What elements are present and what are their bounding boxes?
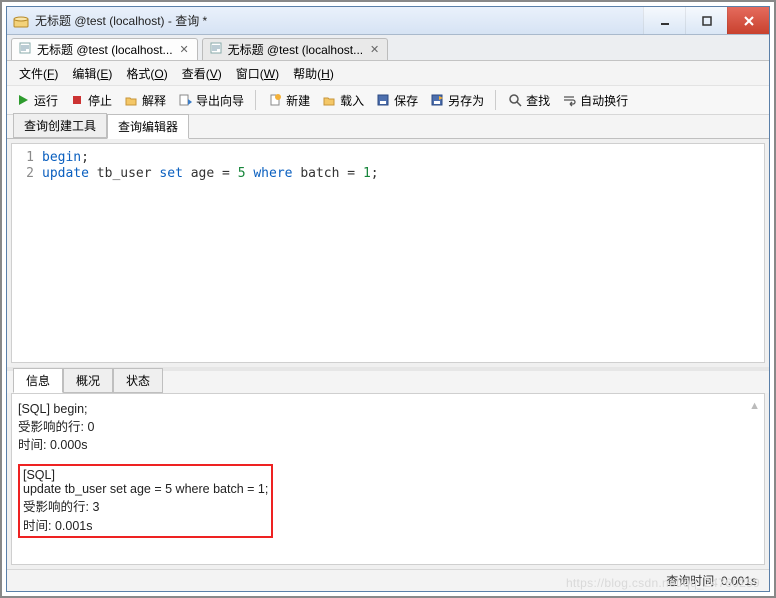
minimize-button[interactable] (643, 7, 685, 34)
output-panel: ▲ [SQL] begin; 受影响的行: 0 时间: 0.000s [SQL]… (11, 393, 765, 565)
floppy-as-icon (429, 92, 445, 108)
query-time-label: 查询时间: 0.001s (666, 572, 757, 589)
folder-icon (123, 92, 139, 108)
wrap-icon (561, 92, 577, 108)
document-tab-label: 无标题 @test (localhost... (228, 41, 364, 58)
editor-tabs: 查询创建工具 查询编辑器 (7, 115, 769, 139)
menu-format[interactable]: 格式(O) (120, 63, 173, 84)
menu-window[interactable]: 窗口(W) (230, 63, 285, 84)
stop-icon (69, 92, 85, 108)
output-tabs: 信息 概况 状态 (7, 371, 769, 393)
export-icon (177, 92, 193, 108)
run-button[interactable]: 运行 (11, 90, 62, 111)
new-file-icon (267, 92, 283, 108)
tab-info[interactable]: 信息 (13, 368, 63, 393)
separator (495, 90, 496, 110)
query-icon (209, 41, 223, 58)
save-as-button[interactable]: 另存为 (425, 90, 488, 111)
output-block-1: [SQL] begin; 受影响的行: 0 时间: 0.000s (18, 400, 744, 454)
find-button[interactable]: 查找 (503, 90, 554, 111)
menu-edit[interactable]: 编辑(E) (66, 63, 118, 84)
toolbar: 运行 停止 解释 导出向导 新建 载入 保存 另存为 查找 自动换行 (7, 85, 769, 115)
close-tab-icon[interactable]: ✕ (368, 43, 381, 56)
tab-status[interactable]: 状态 (113, 368, 163, 393)
save-button[interactable]: 保存 (371, 90, 422, 111)
document-tab-1[interactable]: 无标题 @test (localhost... ✕ (11, 38, 198, 60)
tab-profile[interactable]: 概况 (63, 368, 113, 393)
app-icon (13, 13, 29, 29)
window-title: 无标题 @test (localhost) - 查询 * (35, 12, 643, 29)
statusbar: 查询时间: 0.001s (7, 569, 769, 591)
load-button[interactable]: 载入 (317, 90, 368, 111)
search-icon (507, 92, 523, 108)
tab-query-builder[interactable]: 查询创建工具 (13, 113, 107, 138)
document-tab-2[interactable]: 无标题 @test (localhost... ✕ (202, 38, 389, 60)
menu-help[interactable]: 帮助(H) (287, 63, 340, 84)
output-block-highlighted: [SQL] update tb_user set age = 5 where b… (18, 464, 273, 538)
explain-button[interactable]: 解释 (119, 90, 170, 111)
titlebar: 无标题 @test (localhost) - 查询 * (7, 7, 769, 35)
document-tab-label: 无标题 @test (localhost... (37, 41, 173, 58)
floppy-icon (375, 92, 391, 108)
app-window: 无标题 @test (localhost) - 查询 * 无标题 @test (… (6, 6, 770, 592)
export-wizard-button[interactable]: 导出向导 (173, 90, 248, 111)
code-editor[interactable]: 1 2 begin;update tb_user set age = 5 whe… (11, 143, 765, 363)
scroll-up-icon[interactable]: ▲ (749, 400, 760, 412)
menu-file[interactable]: 文件(F) (13, 63, 64, 84)
document-tabs: 无标题 @test (localhost... ✕ 无标题 @test (loc… (7, 35, 769, 61)
separator (255, 90, 256, 110)
play-icon (15, 92, 31, 108)
close-button[interactable] (727, 7, 769, 34)
maximize-button[interactable] (685, 7, 727, 34)
new-button[interactable]: 新建 (263, 90, 314, 111)
stop-button[interactable]: 停止 (65, 90, 116, 111)
close-tab-icon[interactable]: ✕ (178, 43, 191, 56)
tab-query-editor[interactable]: 查询编辑器 (107, 114, 189, 139)
menubar: 文件(F) 编辑(E) 格式(O) 查看(V) 窗口(W) 帮助(H) (7, 61, 769, 85)
query-icon (18, 41, 32, 58)
wrap-button[interactable]: 自动换行 (557, 90, 632, 111)
menu-view[interactable]: 查看(V) (176, 63, 228, 84)
open-folder-icon (321, 92, 337, 108)
line-gutter: 1 2 (12, 150, 42, 356)
code-content[interactable]: begin;update tb_user set age = 5 where b… (42, 150, 379, 356)
